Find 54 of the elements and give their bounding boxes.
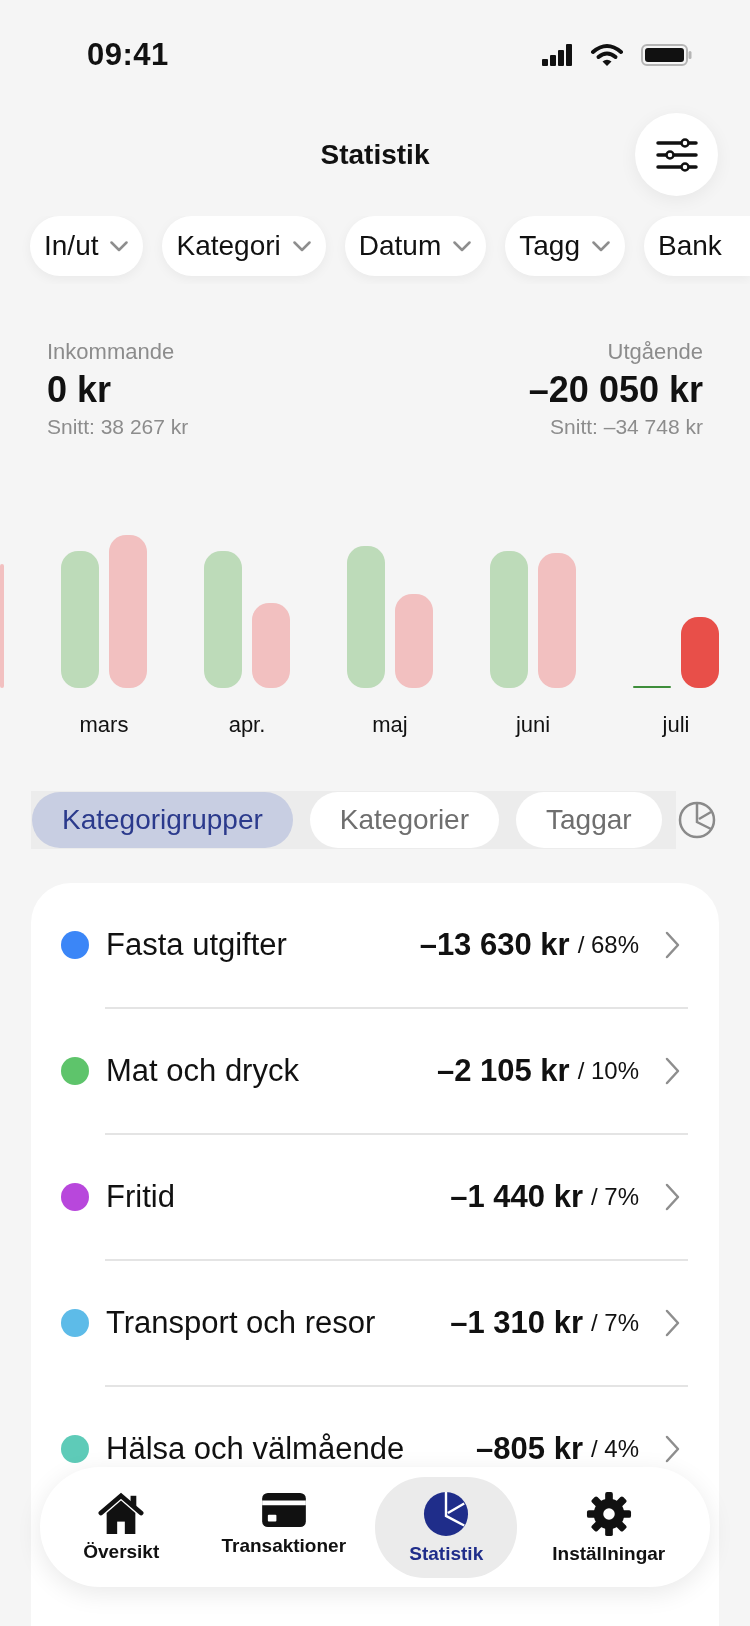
category-name: Fasta utgifter xyxy=(106,927,287,963)
category-amount: –13 630 kr xyxy=(419,927,570,963)
category-name: Fritid xyxy=(106,1179,175,1215)
category-name: Mat och dryck xyxy=(106,1053,299,1089)
nav-tab[interactable]: Översikt xyxy=(50,1476,193,1578)
pie-chart-icon xyxy=(423,1490,470,1537)
status-time: 09:41 xyxy=(87,36,169,74)
category-amount: –2 105 kr xyxy=(436,1053,570,1089)
nav-tab[interactable]: Statistik xyxy=(375,1476,518,1578)
sliders-icon xyxy=(655,137,698,172)
incoming-amount: 0 kr xyxy=(47,368,113,412)
filter-dropdown[interactable]: Datum xyxy=(344,216,487,276)
outgoing-amount: –20 050 kr xyxy=(528,368,703,412)
month-label: apr. xyxy=(228,712,266,737)
segment-tab[interactable]: Kategorigrupper xyxy=(32,792,293,848)
gear-icon xyxy=(585,1490,632,1537)
filter-dropdown[interactable]: Tagg xyxy=(505,216,625,276)
category-name: Transport och resor xyxy=(106,1305,376,1341)
category-share: / 10% xyxy=(577,1057,639,1085)
nav-tab[interactable]: Transaktioner xyxy=(212,1476,355,1578)
chevron-right-icon[interactable] xyxy=(665,1057,680,1085)
filter-dropdown[interactable]: In/ut xyxy=(30,216,144,276)
signal-icon xyxy=(542,44,573,66)
incoming-label: Inkommande xyxy=(47,339,176,365)
incoming-average: Snitt: 38 267 kr xyxy=(47,414,189,440)
card-icon xyxy=(260,1490,307,1529)
category-amount: –805 kr xyxy=(476,1431,583,1467)
segment-tab[interactable]: Kategorier xyxy=(309,792,499,848)
screen-title: Statistik xyxy=(320,138,430,171)
pie-chart-icon[interactable] xyxy=(677,801,716,839)
outgoing-label: Utgående xyxy=(606,339,703,365)
month-label: juni xyxy=(515,712,551,737)
filter-dropdown[interactable]: Bank xyxy=(643,216,750,276)
chevron-right-icon[interactable] xyxy=(665,931,680,959)
segment-tab[interactable]: Taggar xyxy=(516,792,662,848)
nav-tab[interactable]: Inställningar xyxy=(537,1476,680,1578)
category-share: / 68% xyxy=(577,931,639,959)
house-icon xyxy=(98,1490,145,1535)
month-label: mars xyxy=(79,712,129,737)
category-name: Hälsa och välmående xyxy=(106,1431,405,1467)
chevron-right-icon[interactable] xyxy=(665,1183,680,1211)
wifi-icon xyxy=(590,43,624,67)
battery-icon xyxy=(641,44,692,66)
category-share: / 7% xyxy=(590,1183,639,1211)
month-label: juli xyxy=(662,712,690,737)
filter-dropdown[interactable]: Kategori xyxy=(162,216,326,276)
chevron-right-icon[interactable] xyxy=(665,1309,680,1337)
category-share: / 7% xyxy=(590,1309,639,1337)
category-amount: –1 310 kr xyxy=(450,1305,583,1341)
month-label: maj xyxy=(372,712,408,737)
outgoing-average: Snitt: –34 748 kr xyxy=(549,414,703,440)
chevron-right-icon[interactable] xyxy=(665,1435,680,1463)
category-amount: –1 440 kr xyxy=(450,1179,583,1215)
category-share: / 4% xyxy=(590,1435,639,1463)
